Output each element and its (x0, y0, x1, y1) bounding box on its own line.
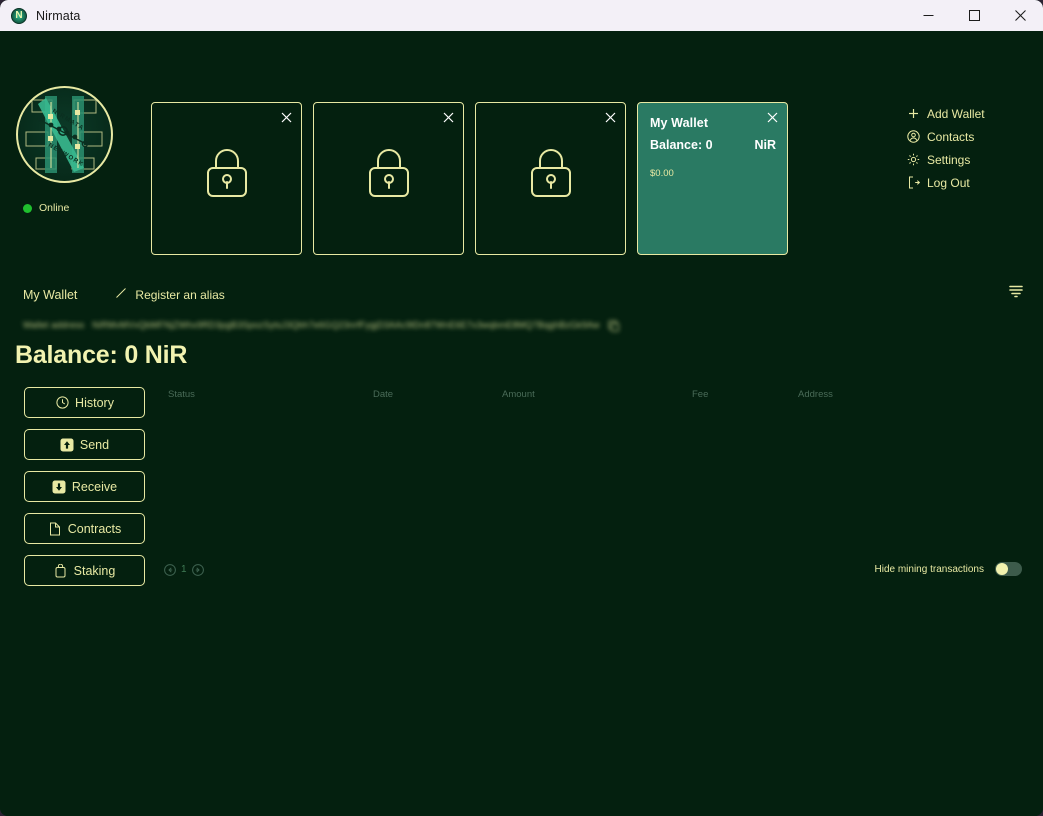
close-icon[interactable] (763, 108, 781, 126)
maximize-button[interactable] (951, 0, 997, 31)
pagination-next-button[interactable] (192, 563, 204, 575)
logout-icon (907, 176, 920, 189)
toggle-knob (996, 563, 1008, 575)
status-label: Online (39, 202, 69, 214)
document-icon (48, 522, 62, 536)
hide-mining-transactions-toggle[interactable] (995, 562, 1022, 576)
wallet-card-locked-1[interactable] (151, 102, 302, 255)
gear-icon (907, 153, 920, 166)
wallet-address-value: NiRMvMVvQbMFNjZWhx9RD3pgB3SpozSytsJ3Qbh7… (92, 320, 599, 330)
minimize-button[interactable] (905, 0, 951, 31)
contracts-button[interactable]: Contracts (24, 513, 145, 544)
hide-mining-transactions-label: Hide mining transactions (875, 564, 985, 575)
close-icon[interactable] (277, 108, 295, 126)
arrow-up-icon (60, 438, 74, 452)
pencil-icon (115, 287, 127, 302)
column-header-address: Address (798, 389, 833, 400)
arrow-down-icon (52, 480, 66, 494)
register-alias-label: Register an alias (135, 288, 224, 302)
nirmata-logo-icon: NIRMATA NETWORK (16, 86, 113, 183)
lock-icon (527, 145, 575, 206)
wallet-address-prefix: Wallet address (23, 320, 84, 330)
pagination-current-page: 1 (181, 564, 187, 575)
wallet-address-row[interactable]: Wallet address NiRMvMVvQbMFNjZWhx9RD3pgB… (23, 319, 620, 331)
staking-label: Staking (74, 564, 116, 578)
titlebar: Nirmata (0, 0, 1043, 31)
menu-item-label: Add Wallet (927, 107, 985, 121)
wallet-card-locked-2[interactable] (313, 102, 464, 255)
brand-block: NIRMATA NETWORK Online (13, 86, 123, 214)
wallet-card-locked-3[interactable] (475, 102, 626, 255)
wallet-card-my-wallet[interactable]: My Wallet Balance: 0 NiR $0.00 (637, 102, 788, 255)
register-alias-button[interactable]: Register an alias (115, 287, 224, 302)
wallet-card-fiat-value: $0.00 (650, 168, 674, 179)
close-icon[interactable] (601, 108, 619, 126)
wallet-card-title: My Wallet (650, 116, 708, 130)
column-header-amount: Amount (502, 389, 535, 400)
send-button[interactable]: Send (24, 429, 145, 460)
contracts-label: Contracts (68, 522, 122, 536)
column-header-fee: Fee (692, 389, 708, 400)
app-window: Nirmata (0, 0, 1043, 816)
copy-icon[interactable] (608, 319, 620, 331)
page-title: Balance: 0 NiR (15, 341, 187, 370)
menu-item-label: Log Out (927, 176, 970, 190)
main-body: NIRMATA NETWORK Online (0, 31, 1043, 816)
menu-item-label: Contacts (927, 130, 974, 144)
wallet-card-balance: Balance: 0 (650, 138, 713, 152)
send-label: Send (80, 438, 109, 452)
wallet-card-ticker: NiR (754, 138, 776, 152)
menu-item-add-wallet[interactable]: Add Wallet (907, 102, 1027, 125)
receive-label: Receive (72, 480, 117, 494)
pagination: 1 (164, 563, 204, 575)
filter-icon[interactable] (1008, 283, 1024, 304)
staking-button[interactable]: Staking (24, 555, 145, 586)
close-icon[interactable] (439, 108, 457, 126)
menu-item-log-out[interactable]: Log Out (907, 171, 1027, 194)
window-controls (905, 0, 1043, 31)
wallet-name-label: My Wallet (23, 288, 77, 302)
column-header-date: Date (373, 389, 393, 400)
wallet-header: My Wallet Register an alias (23, 287, 225, 302)
safe-icon (54, 564, 68, 578)
menu-item-settings[interactable]: Settings (907, 148, 1027, 171)
transactions-table-header: Status Date Amount Fee Address (0, 389, 1043, 405)
app-logo-icon (11, 8, 27, 24)
wallet-card-list: My Wallet Balance: 0 NiR $0.00 (151, 102, 788, 255)
pagination-prev-button[interactable] (164, 563, 176, 575)
contacts-icon (907, 130, 920, 143)
menu-item-contacts[interactable]: Contacts (907, 125, 1027, 148)
plus-icon (907, 107, 920, 120)
menu-item-label: Settings (927, 153, 970, 167)
account-menu: Add Wallet Contacts Settings (907, 102, 1027, 194)
lock-icon (203, 145, 251, 206)
window-title: Nirmata (36, 9, 80, 23)
hide-mining-transactions-row: Hide mining transactions (875, 562, 1023, 576)
connection-status: Online (23, 202, 123, 214)
wallet-actions: History Send Receive Contracts (24, 387, 145, 586)
close-button[interactable] (997, 0, 1043, 31)
column-header-status: Status (168, 389, 195, 400)
status-dot-icon (23, 204, 32, 213)
lock-icon (365, 145, 413, 206)
receive-button[interactable]: Receive (24, 471, 145, 502)
